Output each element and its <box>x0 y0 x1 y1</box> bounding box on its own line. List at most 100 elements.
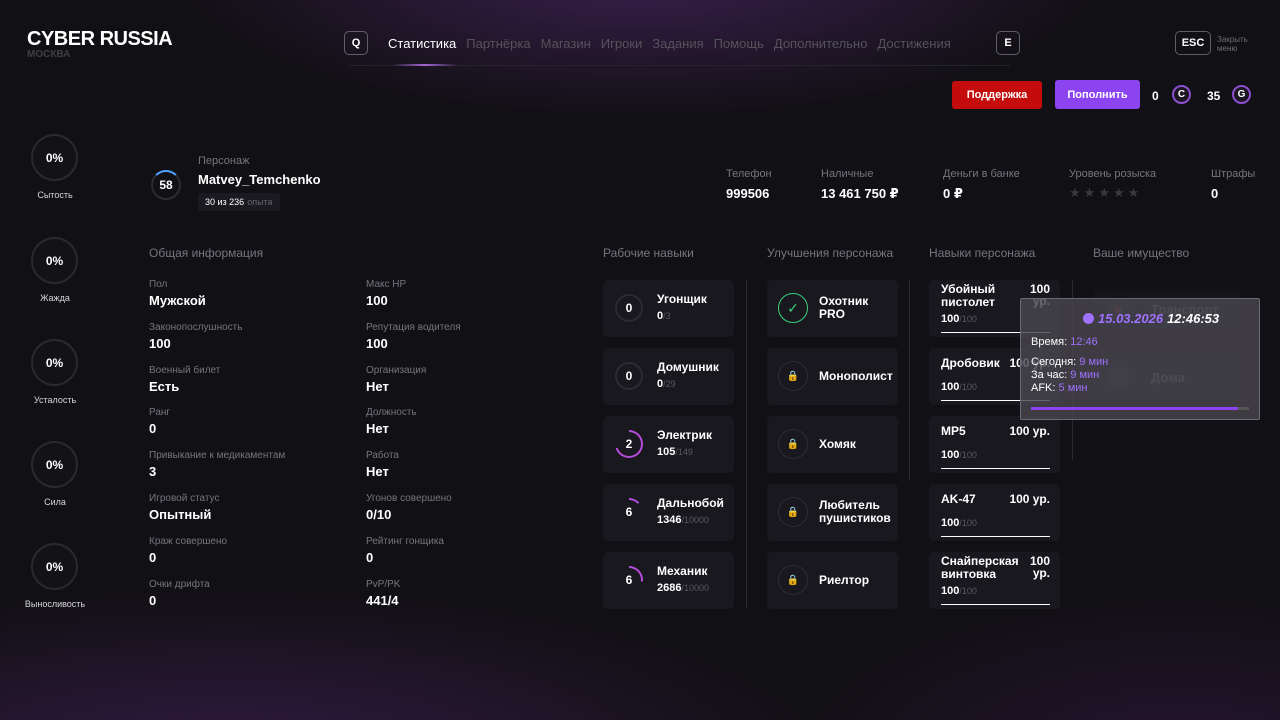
upgrade-3[interactable]: 🔒 Любитель пушистиков <box>767 484 898 541</box>
tab-0[interactable]: Статистика <box>388 36 456 51</box>
divider <box>909 280 910 480</box>
summary-4-value: 0 <box>1211 186 1219 201</box>
level-badge: 58 <box>151 170 181 200</box>
today-label: Сегодня: <box>1031 356 1077 368</box>
divider <box>746 280 747 608</box>
char-skill-name: Снайперская винтовка <box>941 555 1021 581</box>
nav-next-key[interactable]: E <box>996 31 1020 55</box>
summary-2-value: 0 ₽ <box>943 186 963 201</box>
char-skill-max: /100 <box>959 518 977 528</box>
need-4-circle: 0% <box>31 543 78 590</box>
tab-3[interactable]: Игроки <box>601 36 643 51</box>
work-skill-progress: 0/3 <box>657 310 671 322</box>
tab-7[interactable]: Достижения <box>877 36 950 51</box>
tab-2[interactable]: Магазин <box>541 36 591 51</box>
tab-5[interactable]: Помощь <box>714 36 764 51</box>
work-skill-1[interactable]: 0 Домушник 0/29 <box>603 348 734 405</box>
work-skill-name: Угонщик <box>657 292 707 306</box>
info-value: 0 <box>149 592 157 608</box>
tab-1[interactable]: Партнёрка <box>466 36 530 51</box>
upgrade-line2: PRO <box>819 307 846 321</box>
info-label: Военный билет <box>149 364 221 376</box>
general_left-0: Пол Мужской <box>149 279 349 308</box>
today-value: 9 мин <box>1079 356 1109 368</box>
char-skill-4[interactable]: Снайперская винтовка 100 ур. 100/100 <box>929 552 1060 609</box>
info-value: 100 <box>366 293 388 308</box>
general_right-2: Организация Нет <box>366 365 566 394</box>
upgrade-name: Охотник PRO <box>819 295 868 321</box>
info-value: 100 <box>366 335 388 351</box>
need-3-circle: 0% <box>31 441 78 488</box>
char-skill-progress: 100/100 <box>941 381 977 393</box>
general_right-0: Макс HP 100 <box>366 279 566 308</box>
info-label: Очки дрифта <box>149 578 210 590</box>
nav-prev-key[interactable]: Q <box>344 31 368 55</box>
work-skill-progress: 1346/10000 <box>657 514 709 526</box>
char-skill-max: /100 <box>959 314 977 324</box>
char-skills-title: Навыки персонажа <box>929 246 1036 260</box>
info-label: Ранг <box>149 407 171 419</box>
info-label: Рейтинг гонщика <box>366 535 444 547</box>
need-2-circle: 0% <box>31 339 78 386</box>
work-skill-level-inner: 6 <box>617 568 641 592</box>
work-skill-level: 6 <box>615 498 643 526</box>
work-skill-level: 6 <box>615 566 643 594</box>
upgrade-2[interactable]: 🔒 Хомяк <box>767 416 898 473</box>
time-tooltip: 15.03.2026 12:46:53 Время: 12:46 Сегодня… <box>1020 298 1260 420</box>
need-4-label: Выносливость <box>24 599 86 609</box>
afk-value: 5 мин <box>1058 382 1088 394</box>
work-skill-max: /10000 <box>681 583 710 593</box>
general_left-3: Ранг 0 <box>149 407 349 436</box>
work-skill-max: /149 <box>675 447 693 457</box>
char-skill-2[interactable]: MP5 100 ур. 100/100 <box>929 416 1060 473</box>
summary-1-value: 13 461 750 ₽ <box>821 186 899 201</box>
work-skill-4[interactable]: 6 Механик 2686/10000 <box>603 552 734 609</box>
work-skill-value: 1346 <box>657 514 682 526</box>
info-value: Есть <box>149 378 180 394</box>
char-skill-bar <box>941 604 1050 605</box>
upgrade-name: Риелтор <box>819 574 869 587</box>
upgrade-4[interactable]: 🔒 Риелтор <box>767 552 898 609</box>
topup-button[interactable]: Пополнить <box>1055 80 1140 109</box>
work-skill-name: Электрик <box>657 428 712 442</box>
brand-title: CYBER RUSSIA <box>27 28 173 50</box>
work-skill-level-inner: 2 <box>617 432 641 456</box>
support-button[interactable]: Поддержка <box>952 81 1042 109</box>
upgrade-1[interactable]: 🔒 Монополист <box>767 348 898 405</box>
tab-4[interactable]: Задания <box>652 36 703 51</box>
work-skill-3[interactable]: 6 Дальнобой 1346/10000 <box>603 484 734 541</box>
work-skill-2[interactable]: 2 Электрик 105/149 <box>603 416 734 473</box>
hour-value: 9 мин <box>1070 369 1100 381</box>
info-value: 0 <box>366 549 374 565</box>
info-value: 441/4 <box>366 592 399 608</box>
tab-6[interactable]: Дополнительно <box>774 36 868 51</box>
work-skill-0[interactable]: 0 Угонщик 0/3 <box>603 280 734 337</box>
wanted-star-icon: ★ <box>1069 185 1081 200</box>
need-1-circle: 0% <box>31 237 78 284</box>
work-skill-max: /10000 <box>681 515 710 525</box>
general_left-7: Очки дрифта 0 <box>149 579 349 608</box>
char-skill-level-1: 100 ур. <box>1009 492 1050 506</box>
general_left-4: Привыкание к медикаментам 3 <box>149 450 349 479</box>
summary-4-label: Штрафы <box>1211 168 1256 180</box>
need-3-label: Сила <box>44 497 66 507</box>
general_left-1: Законопослушность 100 <box>149 322 349 351</box>
work-skill-value: 105 <box>657 446 676 458</box>
work-skills-title: Рабочие навыки <box>603 246 694 260</box>
wanted-star-icon: ★ <box>1112 185 1125 200</box>
nav-tabs: Статистика Партнёрка Магазин Игроки Задания П… <box>388 36 951 51</box>
char-skill-3[interactable]: AK-47 100 ур. 100/100 <box>929 484 1060 541</box>
upgrade-0[interactable]: ✓ Охотник PRO <box>767 280 898 337</box>
general_left-6: Краж совершено 0 <box>149 536 349 565</box>
info-label: PvP/PK <box>366 578 401 590</box>
info-value: 0 <box>149 549 157 565</box>
char-skill-value: 100 <box>941 381 960 393</box>
check-icon: ✓ <box>778 293 808 323</box>
character-name: Matvey_Temchenko <box>198 172 321 187</box>
upgrade-line1: Хомяк <box>819 437 856 451</box>
char-skill-level: 100 ур. <box>1009 493 1050 505</box>
c-currency-value: 0 <box>1152 89 1159 103</box>
char-skill-progress: 100/100 <box>941 585 977 597</box>
general_right-1: Репутация водителя 100 <box>366 322 566 351</box>
close-menu-key[interactable]: ESC <box>1175 31 1211 55</box>
